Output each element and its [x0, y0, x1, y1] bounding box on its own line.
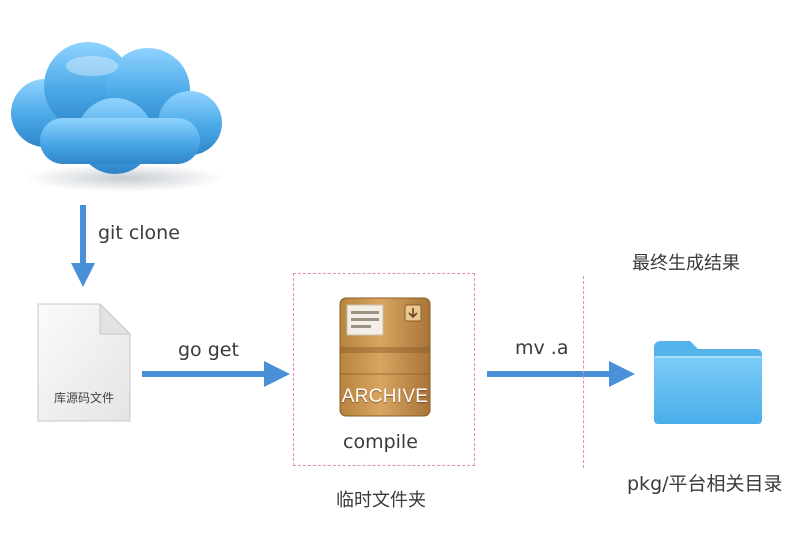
- archive-icon: ARCHIVE: [339, 297, 431, 417]
- git-clone-label: git clone: [98, 222, 180, 244]
- final-result-label: 最终生成结果: [632, 253, 740, 274]
- temp-folder-label: 临时文件夹: [336, 490, 426, 511]
- folder-icon: [654, 341, 762, 424]
- mv-arrow: [487, 361, 635, 387]
- go-get-arrow: [142, 361, 290, 387]
- compile-label: compile: [343, 431, 418, 453]
- git-clone-arrow: [71, 205, 95, 287]
- mv-label: mv .a: [515, 337, 569, 359]
- go-get-label: go get: [178, 339, 239, 361]
- cloud-icon: [11, 42, 225, 192]
- result-separator: [583, 276, 584, 468]
- document-icon: [37, 302, 132, 422]
- source-doc-label: 库源码文件: [54, 391, 115, 405]
- archive-text: ARCHIVE: [341, 386, 429, 407]
- pkg-dir-label: pkg/平台相关目录: [627, 473, 783, 495]
